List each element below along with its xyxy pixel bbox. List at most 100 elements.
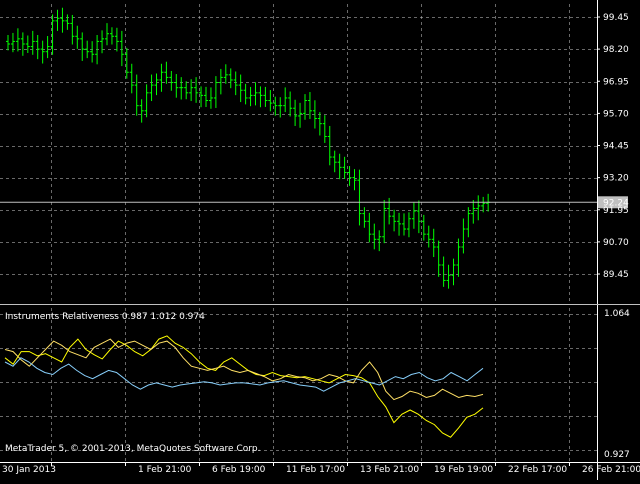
ohlc-bar <box>218 68 223 95</box>
ohlc-bar <box>421 214 426 241</box>
main-grid <box>0 4 597 303</box>
price-tick-label: 89.45 <box>603 270 629 280</box>
price-tick-label: 91.95 <box>603 206 629 216</box>
price-chart[interactable]: 92.24 99.4598.2096.9595.7094.4593.2091.9… <box>0 0 640 480</box>
ohlc-bar <box>164 61 169 84</box>
ohlc-bar <box>233 71 238 96</box>
price-tick-label: 95.70 <box>603 109 629 119</box>
ohlc-bar <box>377 230 382 252</box>
ohlc-bar <box>283 87 288 113</box>
ohlc-bar <box>40 40 45 64</box>
ohlc-bar <box>451 258 456 286</box>
time-axis: 30 Jan 2013 1 Feb 21:00 6 Feb 19:00 11 Feb … <box>0 462 640 475</box>
ohlc-bar <box>411 202 416 229</box>
price-tick-label: 99.45 <box>603 13 629 23</box>
time-tick-label: 22 Feb 17:00 <box>508 465 567 475</box>
time-tick-label: 30 Jan 2013 <box>2 465 56 475</box>
ohlc-bar <box>85 40 90 59</box>
ohlc-bar <box>446 264 451 289</box>
price-tick-label: 93.20 <box>603 174 629 184</box>
ohlc-bar <box>159 63 164 92</box>
ohlc-bar <box>114 27 119 52</box>
ohlc-bar <box>105 23 109 46</box>
ohlc-bar <box>213 76 218 108</box>
ohlc-bar <box>293 99 298 126</box>
time-tick-label: 6 Feb 19:00 <box>212 465 266 475</box>
ohlc-bar <box>75 25 80 49</box>
ohlc-bar <box>337 153 342 180</box>
ohlc-bar <box>179 77 184 100</box>
ohlc-bar <box>149 74 154 102</box>
indicator-series-line <box>4 338 484 401</box>
price-tick-label: 98.20 <box>603 45 629 55</box>
ohlc-bar <box>347 166 352 186</box>
ohlc-bar <box>253 82 258 106</box>
ohlc-bar <box>248 86 253 107</box>
time-tick-label: 13 Feb 21:00 <box>360 465 419 475</box>
ohlc-bar <box>15 28 20 52</box>
ohlc-bar <box>134 74 139 116</box>
ohlc-bar <box>402 213 406 236</box>
ohlc-bar <box>194 77 199 103</box>
indicator-scale-min: 0.927 <box>604 450 630 460</box>
ohlc-bar <box>6 34 10 51</box>
ohlc-bar <box>223 64 228 84</box>
ohlc-bar <box>154 73 159 96</box>
ohlc-bar <box>466 207 471 238</box>
ohlc-bar <box>332 150 337 173</box>
ohlc-bar <box>426 225 431 248</box>
time-tick-label: 11 Feb 17:00 <box>286 465 345 475</box>
ohlc-bar <box>109 27 114 45</box>
ohlc-bar <box>169 70 174 91</box>
ohlc-bar <box>372 223 377 250</box>
metatrader-chart-window[interactable]: 92.24 99.45 98.20 96.95 95.70 94.45 93.20 91.9… <box>0 0 640 480</box>
ohlc-bar <box>30 30 35 55</box>
ohlc-bar <box>90 41 95 63</box>
time-tick-label: 19 Feb 19:00 <box>434 465 493 475</box>
ohlc-bar <box>228 68 233 89</box>
ohlc-bar <box>208 87 213 109</box>
ohlc-bar <box>129 63 134 94</box>
copyright-text: MetaTrader 5, © 2001-2013, MetaQuotes So… <box>5 444 261 454</box>
ohlc-bar <box>80 32 85 61</box>
price-axis: 99.45 98.20 96.95 95.70 94.45 93.20 91.95 90.70… <box>597 0 629 480</box>
indicator-scale-max: 1.064 <box>604 309 630 319</box>
price-tick-label: 94.45 <box>603 142 629 152</box>
ohlc-bar <box>55 9 60 31</box>
ohlc-bar <box>352 169 357 191</box>
ohlc-bar <box>25 35 30 53</box>
ohlc-bar <box>35 34 40 60</box>
ohlc-bar <box>327 125 332 166</box>
ohlc-bar <box>461 218 466 254</box>
ohlc-bar <box>65 14 70 30</box>
price-tick-label: 90.70 <box>603 238 629 248</box>
time-tick-label: 1 Feb 21:00 <box>138 465 192 475</box>
ohlc-bar <box>382 199 387 244</box>
ohlc-bar <box>456 238 461 277</box>
indicator-title: Instruments Relativeness 0.987 1.012 0.9… <box>5 312 205 322</box>
ohlc-bar <box>20 32 25 56</box>
ohlc-bar <box>303 94 307 120</box>
ohlc-bar <box>204 86 208 107</box>
time-tick-label: 26 Feb 21:00 <box>582 465 640 475</box>
ohlc-bar <box>392 209 397 232</box>
price-tick-label: 96.95 <box>603 77 629 87</box>
ohlc-bar <box>139 99 144 123</box>
ohlc-bar <box>45 36 50 59</box>
indicator-lines <box>4 335 484 438</box>
ohlc-bar <box>476 195 481 221</box>
indicator-series-line <box>4 335 484 438</box>
ohlc-bar <box>238 74 243 103</box>
ohlc-bar <box>258 86 263 108</box>
ohlc-bar <box>184 81 189 100</box>
ohlc-bar <box>436 240 441 277</box>
ohlc-bar <box>471 199 476 224</box>
ohlc-bar <box>174 74 179 98</box>
ohlc-bar <box>322 115 327 143</box>
indicator-series-line <box>4 357 484 392</box>
ohlc-bar <box>268 89 273 112</box>
ohlc-bar <box>119 30 124 67</box>
ohlc-bar <box>70 14 75 45</box>
ohlc-bar <box>317 112 322 136</box>
ohlc-bar <box>342 156 347 179</box>
